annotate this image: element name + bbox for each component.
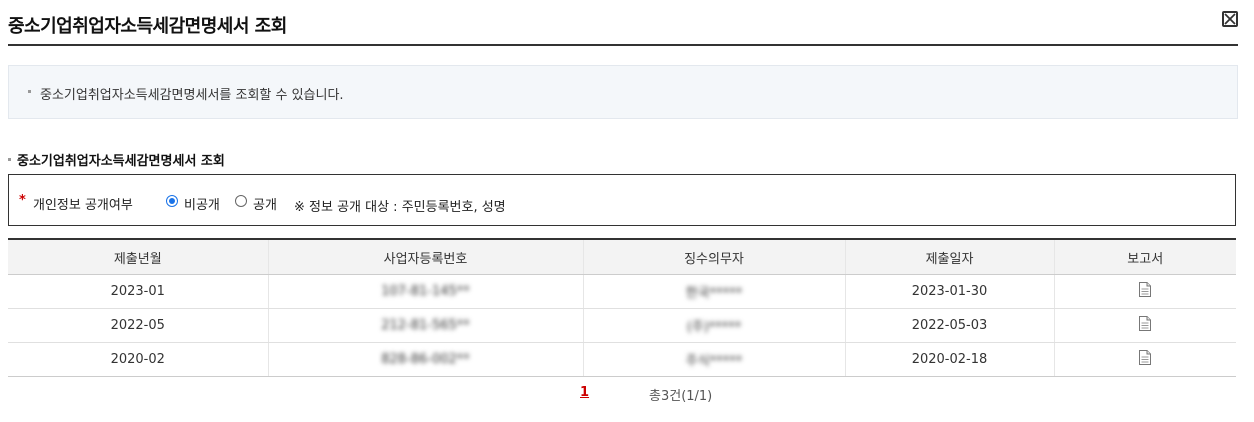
column-header-payer: 징수의무자 (582, 238, 845, 275)
privacy-note: ※ 정보 공개 대상 : 주민등록번호, 성명 (294, 200, 506, 215)
radio-private-label[interactable]: 비공개 (184, 194, 220, 213)
page-link-1[interactable]: 1 (580, 385, 589, 400)
bullet-icon (28, 90, 31, 93)
table-row: 2020-02 828-86-002** 주식***** 2020-02-18 (8, 342, 1236, 377)
required-mark: * (19, 193, 26, 208)
column-header-reg-no: 사업자등록번호 (267, 238, 583, 275)
info-box: 중소기업취업자소득세감면명세서를 조회할 수 있습니다. (8, 65, 1238, 119)
bullet-icon (8, 158, 11, 161)
cell-payer: 한국***** (582, 274, 845, 309)
table-row: 2022-05 212-81-565** (주)***** 2022-05-03 (8, 308, 1236, 343)
close-box-icon[interactable] (1222, 11, 1238, 27)
table-header-row: 제출년월 사업자등록번호 징수의무자 제출일자 보고서 (8, 238, 1236, 275)
radio-public-label[interactable]: 공개 (253, 194, 277, 213)
total-count: 총3건(1/1) (649, 389, 713, 404)
cell-date: 2022-05-03 (844, 308, 1054, 343)
cell-date: 2020-02-18 (844, 342, 1054, 377)
info-text: 중소기업취업자소득세감면명세서를 조회할 수 있습니다. (40, 88, 344, 103)
document-icon[interactable] (1139, 316, 1152, 335)
column-header-date: 제출일자 (844, 238, 1054, 275)
radio-public[interactable] (235, 195, 247, 207)
cell-month: 2022-05 (8, 308, 268, 343)
section-heading: 중소기업취업자소득세감면명세서 조회 (8, 150, 225, 169)
cell-month: 2020-02 (8, 342, 268, 377)
cell-report (1053, 342, 1236, 377)
title-bar: 중소기업취업자소득세감면명세서 조회 (8, 0, 1238, 46)
cell-reg-no: 212-81-565** (267, 308, 583, 343)
section-title: 중소기업취업자소득세감면명세서 조회 (17, 154, 225, 169)
cell-reg-no: 107-81-145** (267, 274, 583, 309)
column-header-month: 제출년월 (8, 238, 268, 275)
table-row: 2023-01 107-81-145** 한국***** 2023-01-30 (8, 274, 1236, 309)
cell-reg-no: 828-86-002** (267, 342, 583, 377)
document-icon[interactable] (1139, 282, 1152, 301)
cell-date: 2023-01-30 (844, 274, 1054, 309)
report-table: 제출년월 사업자등록번호 징수의무자 제출일자 보고서 2023-01 107-… (8, 238, 1236, 377)
cell-report (1053, 308, 1236, 343)
cell-report (1053, 274, 1236, 309)
privacy-label: 개인정보 공개여부 (33, 198, 133, 213)
cell-payer: 주식***** (582, 342, 845, 377)
radio-private[interactable] (166, 195, 178, 207)
cell-month: 2023-01 (8, 274, 268, 309)
page-title: 중소기업취업자소득세감면명세서 조회 (8, 16, 287, 37)
cell-payer: (주)***** (582, 308, 845, 343)
privacy-option-box: * 개인정보 공개여부 비공개 공개 ※ 정보 공개 대상 : 주민등록번호, … (8, 174, 1236, 226)
document-icon[interactable] (1139, 350, 1152, 369)
column-header-report: 보고서 (1053, 238, 1236, 275)
